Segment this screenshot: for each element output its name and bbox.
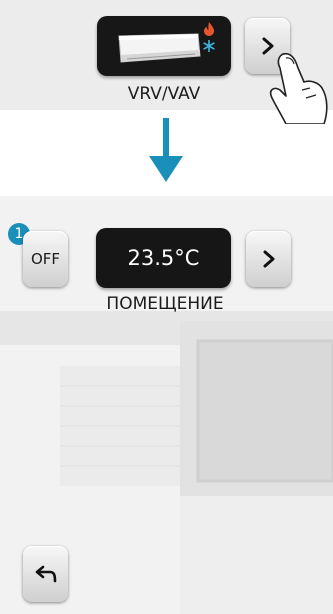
back-button[interactable] bbox=[23, 546, 68, 602]
off-button[interactable]: OFF bbox=[23, 231, 68, 287]
vrv-device-tile[interactable] bbox=[97, 16, 231, 76]
snowflake-icon bbox=[203, 40, 215, 52]
next-button[interactable] bbox=[246, 231, 291, 287]
tap-hand-icon bbox=[269, 52, 328, 124]
instruction-figure: VRV/VAV 1 OFF 23.5°C ПОМЕЩЕНИЕ bbox=[0, 0, 333, 614]
device-label: VRV/VAV bbox=[127, 84, 201, 104]
room-label: ПОМЕЩЕНИЕ bbox=[106, 294, 224, 314]
back-arrow-icon bbox=[35, 565, 56, 583]
arrow-down-icon bbox=[149, 118, 183, 182]
temperature-display[interactable]: 23.5°C bbox=[96, 228, 231, 288]
chevron-right-icon bbox=[263, 250, 274, 268]
thermostat-screen: 1 OFF 23.5°C ПОМЕЩЕНИЕ bbox=[0, 196, 333, 614]
flame-icon bbox=[204, 22, 214, 36]
